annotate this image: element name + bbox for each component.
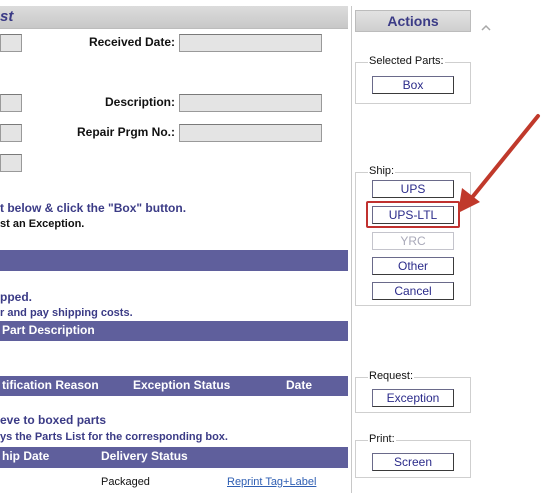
field-row1-left[interactable] <box>0 34 22 52</box>
request-label: Request: <box>368 370 415 382</box>
received-date-label: Received Date: <box>88 35 175 49</box>
shipped-note: r and pay shipping costs. <box>0 307 133 319</box>
print-label: Print: <box>368 433 396 445</box>
exception-status-header: Exception Status <box>133 378 231 392</box>
yrc-button[interactable]: YRC <box>372 232 454 250</box>
shipped-title: pped. <box>0 290 32 304</box>
cancel-button[interactable]: Cancel <box>372 282 454 300</box>
form-title: st <box>0 8 14 25</box>
form-title-bar: st <box>0 6 348 29</box>
boxed-note: ys the Parts List for the corresponding … <box>0 431 228 443</box>
notification-reason-header: tification Reason <box>2 378 99 392</box>
instruction-title: t below & click the "Box" button. <box>0 201 187 215</box>
instruction-note: st an Exception. <box>0 218 85 230</box>
exception-header-bar: tification Reason Exception Status Date <box>0 376 348 396</box>
exception-button[interactable]: Exception <box>372 389 454 407</box>
scroll-up-icon[interactable] <box>480 22 492 34</box>
actions-title: Actions <box>355 10 471 32</box>
boxed-title: eve to boxed parts <box>0 413 107 427</box>
ship-label: Ship: <box>368 165 396 177</box>
description-field[interactable] <box>179 94 322 112</box>
delivery-status-header: Delivery Status <box>101 449 188 463</box>
received-date-field[interactable] <box>179 34 322 52</box>
repair-prgm-label: Repair Prgm No.: <box>76 125 175 139</box>
parts-list-header-bar <box>0 250 348 271</box>
delivery-status-value: Packaged <box>101 476 150 488</box>
screen-button[interactable]: Screen <box>372 453 454 471</box>
field-row2-left[interactable] <box>0 94 22 112</box>
description-label: Description: <box>104 95 175 109</box>
selected-parts-label: Selected Parts: <box>368 55 445 67</box>
part-description-header: Part Description <box>2 323 95 337</box>
date-header: Date <box>286 378 313 392</box>
annotation-arrow-icon <box>458 114 540 213</box>
ship-date-header: hip Date <box>2 449 50 463</box>
reprint-tag-label-link[interactable]: Reprint Tag+Label <box>227 476 316 488</box>
repair-prgm-field[interactable] <box>179 124 322 142</box>
field-row4-left[interactable] <box>0 154 22 172</box>
shipped-header-bar: Part Description <box>0 321 348 341</box>
field-row3-left[interactable] <box>0 124 22 142</box>
boxed-header-bar: hip Date Delivery Status <box>0 447 348 468</box>
box-button[interactable]: Box <box>372 76 454 94</box>
other-button[interactable]: Other <box>372 257 454 275</box>
